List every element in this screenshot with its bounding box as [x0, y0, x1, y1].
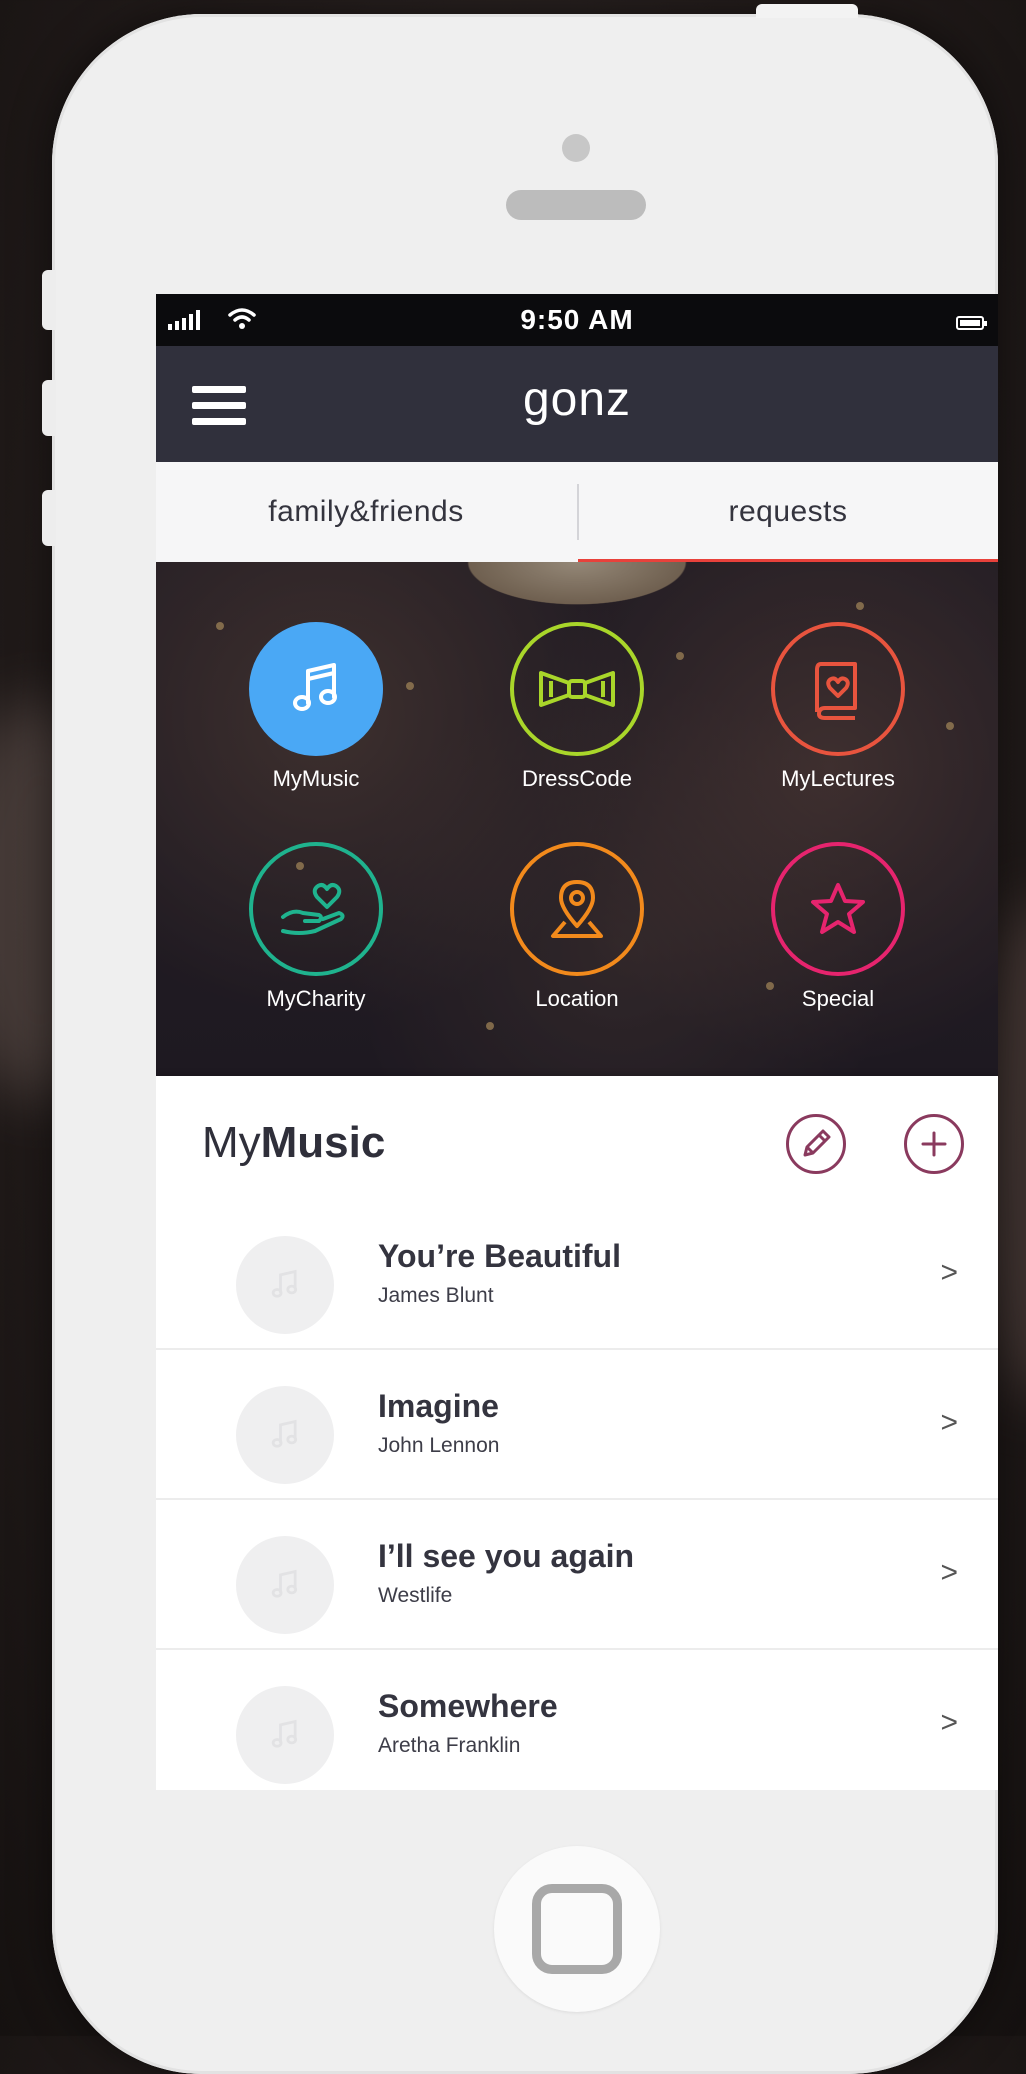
add-button[interactable] [904, 1114, 964, 1174]
song-row[interactable]: I’ll see you again Westlife > [156, 1498, 998, 1650]
section-title-bold: Music [260, 1118, 386, 1167]
song-artist: Aretha Franklin [378, 1734, 521, 1757]
song-artist: James Blunt [378, 1284, 494, 1307]
category-label: DressCode [521, 766, 633, 791]
app-title: gonz [522, 373, 632, 426]
song-title: Somewhere [378, 1688, 558, 1724]
music-note-icon [236, 1686, 334, 1784]
volume-down-button [42, 490, 56, 546]
category-mylectures[interactable]: MyLectures [738, 622, 938, 792]
home-square-icon [532, 1884, 622, 1974]
chevron-right-icon[interactable]: > [940, 1556, 958, 1590]
song-row[interactable]: Somewhere Aretha Franklin > [156, 1648, 998, 1790]
status-bar: 9:50 AM [156, 294, 998, 346]
category-location[interactable]: Location [477, 842, 677, 1012]
app-header: gonz [156, 346, 998, 462]
music-note-icon [236, 1386, 334, 1484]
power-button [756, 4, 858, 18]
song-artist: John Lennon [378, 1434, 500, 1457]
pencil-icon [803, 1129, 831, 1157]
category-mycharity[interactable]: MyCharity [216, 842, 416, 1012]
edit-button[interactable] [786, 1114, 846, 1174]
category-label: MyCharity [266, 986, 366, 1011]
tab-bar: family&friends requests [156, 462, 998, 564]
section-title-light: My [202, 1118, 261, 1167]
song-title: I’ll see you again [378, 1538, 635, 1574]
music-note-icon [249, 622, 383, 756]
bow-tie-icon [510, 622, 644, 756]
category-mymusic[interactable]: MyMusic [216, 622, 416, 792]
hero-banner: MyMusic DressCode MyLectures MyCharity L… [156, 562, 998, 1076]
status-time: 9:50 AM [520, 304, 634, 335]
category-label: MyLectures [781, 766, 895, 791]
star-icon [771, 842, 905, 976]
home-button[interactable] [494, 1846, 660, 2012]
volume-up-button [42, 380, 56, 436]
song-row[interactable]: You’re Beautiful James Blunt > [156, 1198, 998, 1350]
earpiece-speaker [506, 190, 646, 220]
app-screen: 9:50 AM gonz family&friends requests MyM… [156, 294, 998, 1790]
mymusic-section: MyMusic You’re Beautiful James Blunt > I… [156, 1076, 998, 1790]
chevron-right-icon[interactable]: > [940, 1406, 958, 1440]
plus-icon [921, 1131, 947, 1157]
book-heart-icon [771, 622, 905, 756]
song-artist: Westlife [378, 1584, 453, 1607]
category-label: Location [535, 986, 619, 1011]
song-title: You’re Beautiful [378, 1238, 621, 1274]
hand-heart-icon [249, 842, 383, 976]
chevron-right-icon[interactable]: > [940, 1706, 958, 1740]
category-dresscode[interactable]: DressCode [477, 622, 677, 792]
tab-family-friends[interactable]: family&friends [156, 462, 576, 562]
category-label: Special [801, 986, 875, 1011]
music-note-icon [236, 1536, 334, 1634]
song-title: Imagine [378, 1388, 499, 1424]
section-title: MyMusic [202, 1118, 385, 1168]
mute-switch [42, 270, 56, 330]
front-camera [562, 134, 590, 162]
chevron-right-icon[interactable]: > [940, 1256, 958, 1290]
map-pin-icon [510, 842, 644, 976]
phone-frame: 9:50 AM gonz family&friends requests MyM… [52, 14, 998, 2074]
battery-icon [956, 316, 987, 330]
tab-requests[interactable]: requests [578, 462, 998, 564]
song-row[interactable]: Imagine John Lennon > [156, 1348, 998, 1500]
category-label: MyMusic [272, 766, 360, 791]
category-special[interactable]: Special [738, 842, 938, 1012]
music-note-icon [236, 1236, 334, 1334]
